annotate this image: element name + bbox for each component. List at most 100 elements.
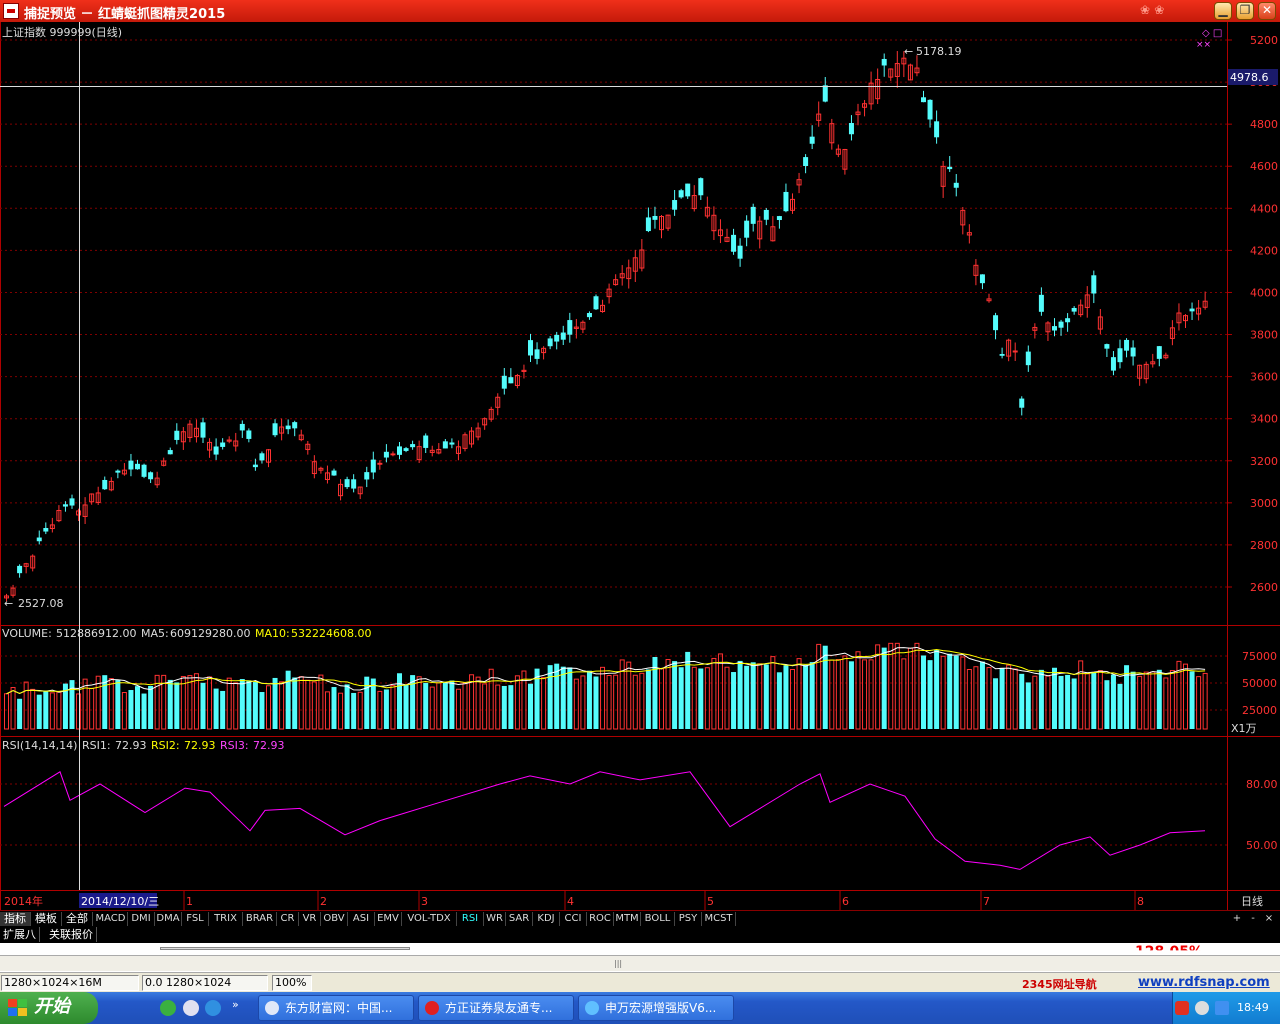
price-tick-label: 3600 (1250, 371, 1278, 384)
tab-obv[interactable]: OBV (321, 912, 348, 926)
volume-bar (495, 684, 501, 730)
capture-preview-window: 捕捉预览 － 红蜻蜓抓图精灵2015 ❀ ❀ ▁ ❐ ✕ 52005000480… (0, 0, 1280, 1024)
low-label: 2527.08 (18, 597, 64, 610)
candle-body (783, 191, 789, 212)
chart-canvas[interactable]: 5200500048004600440042004000380036003400… (0, 22, 1280, 910)
tab-template[interactable]: 模板 (31, 912, 62, 926)
volume-bar (174, 682, 180, 729)
task-label: 申万宏源增强版V6... (605, 1001, 717, 1015)
volume-bar (685, 651, 691, 729)
tab-mcst[interactable]: MCST (702, 912, 736, 926)
volume-label: VOLUME: (2, 627, 52, 640)
candle-body (200, 422, 206, 438)
candle-body (953, 182, 959, 188)
tab-indicator[interactable]: 指标 (0, 912, 31, 926)
candle-body (528, 340, 533, 356)
volume-bar (1097, 670, 1103, 730)
task-founder-securities[interactable]: 方正证券泉友通专... (418, 995, 574, 1021)
tab-mtm[interactable]: MTM (614, 912, 641, 926)
scroll-grip-icon[interactable]: ||| (614, 959, 622, 968)
candle-body (1130, 347, 1136, 357)
volume-unit: X1万 (1231, 722, 1257, 735)
task-eastmoney[interactable]: 东方财富网：中国... (258, 995, 414, 1021)
volume-bar (547, 665, 553, 729)
volume-bar (1110, 674, 1116, 729)
zoom-out-button[interactable]: - (1246, 912, 1260, 926)
volume-bar (187, 675, 193, 730)
candle-body (1117, 348, 1123, 363)
volume-bar (252, 682, 258, 729)
volume-bar (1117, 683, 1123, 729)
tab-cci[interactable]: CCI (560, 912, 587, 926)
price-tick-label: 5200 (1250, 34, 1278, 47)
volume-bar (704, 667, 710, 730)
tab-all[interactable]: 全部 (62, 912, 93, 926)
candle-body (979, 274, 985, 284)
volume-bar (36, 694, 42, 729)
tab-cr[interactable]: CR (277, 912, 299, 926)
volume-bar (1032, 675, 1038, 730)
volume-bar (1058, 675, 1064, 729)
tab-macd[interactable]: MACD (94, 912, 128, 926)
volume-bar (855, 651, 861, 730)
stock-chart-area[interactable]: 5200500048004600440042004000380036003400… (0, 22, 1280, 910)
candle-body (848, 123, 854, 135)
tab-related-quotes[interactable]: 关联报价 (46, 927, 97, 942)
tab-trix[interactable]: TRIX (209, 912, 243, 926)
windows-flag-icon (8, 999, 28, 1017)
volume-bar (822, 645, 828, 729)
tab-dmi[interactable]: DMI (128, 912, 155, 926)
nav-link[interactable]: 2345网址导航 (1022, 976, 1097, 992)
tab-vol-tdx[interactable]: VOL-TDX (402, 912, 457, 926)
quicklaunch-expand-icon[interactable]: » (232, 998, 239, 1011)
tab-asi[interactable]: ASI (348, 912, 375, 926)
tab-vr[interactable]: VR (299, 912, 321, 926)
horizontal-scrollbar[interactable]: ||| (0, 955, 1280, 971)
quicklaunch-icon-2[interactable] (183, 1000, 199, 1016)
candle-body (1071, 307, 1077, 312)
tab-brar[interactable]: BRAR (243, 912, 277, 926)
tab-rsi[interactable]: RSI (457, 912, 484, 926)
candle-body (1156, 346, 1162, 359)
tab-psy[interactable]: PSY (675, 912, 702, 926)
tab-fsl[interactable]: FSL (182, 912, 209, 926)
zoom-in-button[interactable]: + (1230, 912, 1244, 926)
close-button[interactable]: ✕ (1258, 2, 1276, 20)
candle-body (331, 470, 337, 476)
start-button[interactable]: 开始 (0, 992, 98, 1024)
tab-kdj[interactable]: KDJ (533, 912, 560, 926)
candle-body (560, 332, 566, 340)
tray-sound-icon[interactable] (1195, 1001, 1209, 1015)
volume-bar (1071, 678, 1077, 729)
tab-wr[interactable]: WR (484, 912, 506, 926)
rsi-tick-label: 80.00 (1246, 778, 1278, 791)
volume-tick-label: 50000 (1242, 677, 1277, 690)
rsi2-label: RSI2: (151, 739, 180, 752)
minimize-button[interactable]: ▁ (1214, 2, 1232, 20)
tab-roc[interactable]: ROC (587, 912, 614, 926)
close-panel-button[interactable]: × (1262, 912, 1276, 926)
quicklaunch-ie-icon[interactable] (205, 1000, 221, 1016)
candle-body (678, 190, 684, 198)
rsi3-label: RSI3: (220, 739, 249, 752)
volume-bar (383, 689, 389, 729)
quicklaunch-icon-1[interactable] (160, 1000, 176, 1016)
volume-bar (213, 688, 219, 729)
volume-bar (698, 668, 704, 729)
website-link[interactable]: www.rdfsnap.com (1138, 975, 1270, 990)
task-label: 东方财富网：中国... (285, 1001, 393, 1015)
tab-emv[interactable]: EMV (375, 912, 402, 926)
restore-button[interactable]: ❐ (1236, 2, 1254, 20)
task-shenwan-hongyuan[interactable]: 申万宏源增强版V6... (578, 995, 734, 1021)
volume-bar (272, 677, 278, 729)
tab-boll[interactable]: BOLL (641, 912, 675, 926)
tab-sar[interactable]: SAR (506, 912, 533, 926)
tab-ext-eight[interactable]: 扩展八 (0, 927, 40, 942)
candle-body (1052, 326, 1057, 331)
tray-shield-icon[interactable] (1215, 1001, 1229, 1015)
candle-body (586, 313, 592, 318)
candle-body (652, 215, 658, 220)
tab-dma[interactable]: DMA (155, 912, 182, 926)
volume-bar (1019, 673, 1025, 729)
tray-s-icon[interactable] (1175, 1001, 1189, 1015)
